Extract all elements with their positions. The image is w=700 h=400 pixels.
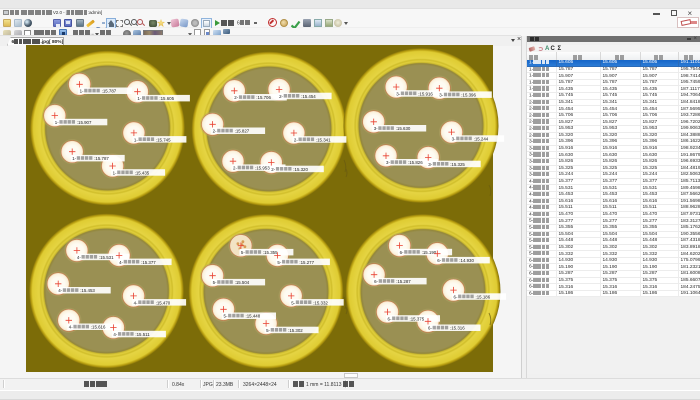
svg-text::15.511: :15.511: [135, 332, 150, 337]
svg-text:2-: 2-: [271, 167, 275, 172]
svg-text::15.355: :15.355: [263, 250, 278, 255]
svg-text:2-: 2-: [233, 166, 237, 171]
svg-text:1-: 1-: [137, 96, 141, 101]
svg-text::15.316: :15.316: [450, 326, 465, 331]
svg-text:3-: 3-: [452, 137, 456, 142]
svg-text::15.826: :15.826: [408, 160, 423, 165]
svg-text:5-: 5-: [213, 280, 217, 285]
svg-text::15.277: :15.277: [299, 260, 314, 265]
svg-text::15.332: :15.332: [313, 300, 328, 305]
svg-text:1-: 1-: [72, 156, 76, 161]
svg-text:3-: 3-: [396, 91, 400, 96]
svg-text:3-: 3-: [386, 160, 390, 165]
svg-text::15.504: :15.504: [235, 280, 250, 285]
svg-text:4-: 4-: [77, 255, 81, 260]
svg-text::15.454: :15.454: [301, 94, 316, 99]
svg-text::15.325: :15.325: [450, 162, 465, 167]
svg-text:4-: 4-: [58, 288, 62, 293]
svg-text::15.787: :15.787: [94, 156, 109, 161]
svg-text:5-: 5-: [277, 260, 281, 265]
svg-text:6-: 6-: [428, 326, 432, 331]
svg-text:6-: 6-: [437, 258, 441, 263]
svg-text::15.377: :15.377: [141, 260, 156, 265]
svg-text:5-: 5-: [266, 328, 270, 333]
svg-text:2-: 2-: [294, 137, 298, 142]
svg-text:4-: 4-: [119, 260, 123, 265]
svg-text::15.396: :15.396: [461, 93, 476, 98]
svg-text:6-: 6-: [454, 295, 458, 300]
svg-text:1-: 1-: [55, 120, 59, 125]
svg-text::15.302: :15.302: [288, 328, 303, 333]
svg-text::15.616: :15.616: [91, 325, 106, 330]
svg-text::15.341: :15.341: [316, 137, 331, 142]
svg-text:5-: 5-: [224, 314, 228, 319]
svg-text:6-: 6-: [374, 279, 378, 284]
svg-text::15.470: :15.470: [156, 300, 171, 305]
svg-text:3-: 3-: [439, 93, 443, 98]
svg-text::15.453: :15.453: [80, 288, 95, 293]
svg-text::15.531: :15.531: [99, 255, 114, 260]
svg-text::15.244: :15.244: [474, 137, 489, 142]
svg-text::15.605: :15.605: [159, 96, 174, 101]
svg-text:2-: 2-: [234, 95, 238, 100]
svg-text::15.375: :15.375: [410, 316, 425, 321]
svg-text::15.320: :15.320: [293, 167, 308, 172]
svg-text::15.287: :15.287: [396, 279, 411, 284]
svg-text:3-: 3-: [428, 162, 432, 167]
svg-text::15.745: :15.745: [156, 137, 171, 142]
svg-text:6-: 6-: [388, 316, 392, 321]
svg-text:5-: 5-: [241, 250, 245, 255]
svg-text::15.953: :15.953: [255, 166, 270, 171]
svg-text:1-: 1-: [134, 137, 138, 142]
svg-text::15.435: :15.435: [135, 170, 150, 175]
svg-text:1-: 1-: [113, 170, 117, 175]
svg-text:4-: 4-: [69, 325, 73, 330]
svg-text::14.930: :14.930: [459, 258, 474, 263]
svg-text::15.787: :15.787: [102, 89, 117, 94]
svg-text:6-: 6-: [400, 250, 404, 255]
svg-text::15.630: :15.630: [396, 126, 411, 131]
svg-text::15.706: :15.706: [256, 95, 271, 100]
svg-text::15.827: :15.827: [235, 129, 250, 134]
svg-text:4-: 4-: [134, 300, 138, 305]
svg-text:3-: 3-: [374, 126, 378, 131]
svg-text:2-: 2-: [213, 129, 217, 134]
svg-text::15.448: :15.448: [246, 314, 261, 319]
svg-text::15.907: :15.907: [77, 120, 92, 125]
svg-text:4-: 4-: [113, 332, 117, 337]
svg-text::15.916: :15.916: [418, 91, 433, 96]
svg-text:1-: 1-: [80, 89, 84, 94]
svg-text:2-: 2-: [279, 94, 283, 99]
svg-text::15.190: :15.190: [422, 250, 437, 255]
svg-text:5-: 5-: [291, 300, 295, 305]
svg-text::15.186: :15.186: [476, 295, 491, 300]
